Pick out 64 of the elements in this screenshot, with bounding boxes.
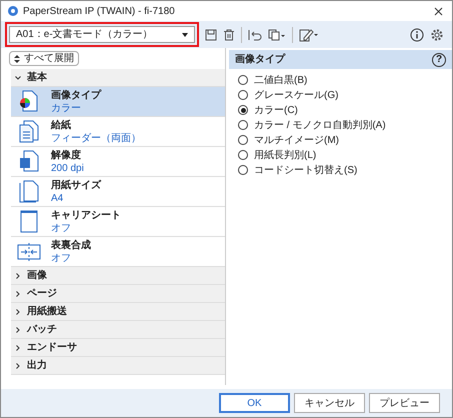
radio-button[interactable] <box>238 165 248 175</box>
settings-icon[interactable] <box>430 28 444 42</box>
dialog-button[interactable]: キャンセル <box>294 393 365 413</box>
chevron-icon <box>15 326 21 332</box>
section-header[interactable]: 基本 <box>11 69 225 87</box>
item-value: オフ <box>51 222 72 234</box>
window-title: PaperStream IP (TWAIN) - fi-7180 <box>23 4 175 18</box>
profile-dropdown[interactable]: A01：e-文書モード（カラー） <box>9 26 195 43</box>
help-button[interactable]: ? <box>432 52 446 66</box>
dialog-button[interactable]: プレビュー <box>369 393 440 413</box>
save-icon[interactable] <box>205 28 217 40</box>
trash-icon[interactable] <box>223 28 235 40</box>
item-value: 200 dpi <box>51 162 84 174</box>
setting-item[interactable]: 解像度 200 dpi <box>11 147 225 177</box>
radio-button[interactable] <box>238 120 248 130</box>
radio-option[interactable]: カラー(C) <box>238 104 452 116</box>
item-label: 画像タイプ <box>51 88 101 102</box>
dialog-button[interactable]: OK <box>219 393 290 413</box>
item-label: キャリアシート <box>51 208 121 222</box>
radio-option[interactable]: カラー / モノクロ自動判別(A) <box>238 119 452 131</box>
radio-option[interactable]: 用紙長判別(L) <box>238 149 452 161</box>
section-header[interactable]: 出力 <box>11 357 225 375</box>
setting-item[interactable]: 用紙サイズ A4 <box>11 177 225 207</box>
edit-icon[interactable] <box>299 28 319 42</box>
item-label: 給紙 <box>51 118 72 132</box>
chevron-icon <box>15 290 21 296</box>
section-header[interactable]: ページ <box>11 285 225 303</box>
expand-all-button[interactable]: すべて展開 <box>9 51 79 66</box>
setting-item[interactable]: 表裏合成 オフ <box>11 237 225 267</box>
chevron-icon <box>15 344 21 350</box>
item-value: オフ <box>51 252 72 264</box>
radio-option[interactable]: 二値白黒(B) <box>238 74 452 86</box>
setting-item[interactable]: 画像タイプ カラー <box>11 87 225 117</box>
section-header[interactable]: バッチ <box>11 321 225 339</box>
radio-option[interactable]: グレースケール(G) <box>238 89 452 101</box>
radio-option[interactable]: マルチイメージ(M) <box>238 134 452 146</box>
panel-title: 画像タイプ <box>235 52 285 67</box>
radio-button[interactable] <box>238 135 248 145</box>
item-value: カラー <box>51 102 82 114</box>
undo-icon[interactable] <box>248 28 262 40</box>
chevron-icon <box>15 272 21 278</box>
info-icon[interactable] <box>410 28 424 42</box>
caret-icon <box>182 32 188 36</box>
copy-icon[interactable] <box>268 28 286 40</box>
item-value: A4 <box>51 192 64 204</box>
item-label: 解像度 <box>51 148 82 162</box>
sort-icon <box>14 54 20 62</box>
section-header[interactable]: 用紙搬送 <box>11 303 225 321</box>
radio-option[interactable]: コードシート切替え(S) <box>238 164 452 176</box>
chevron-icon <box>15 308 21 314</box>
section-header[interactable]: エンドーサ <box>11 339 225 357</box>
close-icon <box>434 6 442 16</box>
item-label: 表裏合成 <box>51 238 91 252</box>
chevron-icon <box>15 74 21 80</box>
radio-button[interactable] <box>238 150 248 160</box>
chevron-icon <box>15 362 21 368</box>
radio-button[interactable] <box>238 75 248 85</box>
setting-item[interactable]: 給紙 フィーダー（両面） <box>11 117 225 147</box>
radio-button[interactable] <box>238 105 248 115</box>
section-header[interactable]: 画像 <box>11 267 225 285</box>
radio-button[interactable] <box>238 90 248 100</box>
app-icon <box>7 5 19 17</box>
item-label: 用紙サイズ <box>51 178 101 192</box>
item-value: フィーダー（両面） <box>51 132 141 144</box>
